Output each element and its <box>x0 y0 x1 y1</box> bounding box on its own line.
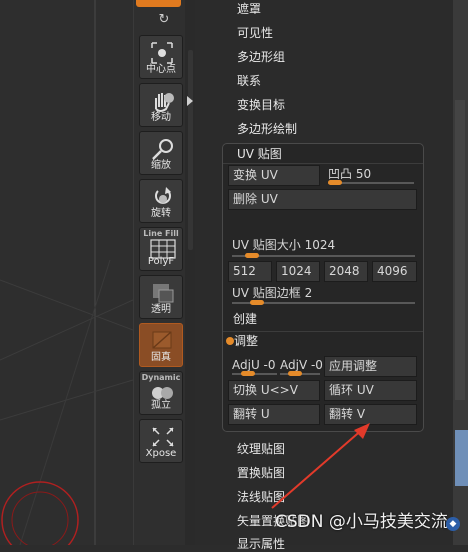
watermark-badge-icon: ◆ <box>446 517 460 531</box>
right-strip-highlight <box>455 430 468 486</box>
tool-label: 旋转 <box>151 208 171 219</box>
menu-item-morph-target[interactable]: 变换目标 <box>237 97 285 113</box>
uv-map-size-track[interactable] <box>232 255 415 257</box>
scale-icon <box>152 139 173 160</box>
morph-uv-button[interactable]: 变换 UV <box>228 165 320 186</box>
rotate-icon <box>155 187 171 204</box>
switch-uv-button[interactable]: 切换 U<>V <box>228 380 320 401</box>
delete-uv-button[interactable]: 删除 UV <box>228 189 417 210</box>
tool-move-tile[interactable]: 移动 <box>139 83 183 127</box>
viewport-canvas[interactable] <box>0 0 133 545</box>
adjv-slider-label[interactable]: AdjV -0. <box>280 357 327 373</box>
divider <box>223 163 423 164</box>
rotate-small-icon[interactable]: ↻ <box>156 12 172 28</box>
uv-map-size-knob[interactable] <box>245 253 259 258</box>
menu-item-contact[interactable]: 联系 <box>237 73 261 89</box>
menu-item-polypaint[interactable]: 多边形绘制 <box>237 121 297 137</box>
tool-label: 移动 <box>151 112 171 123</box>
tool-shelf <box>133 0 186 545</box>
adjv-slider-knob[interactable] <box>288 371 302 376</box>
tool-dynamic-tile[interactable]: Dynamic 孤立 <box>139 371 183 415</box>
tool-label: PolyF <box>147 256 175 267</box>
tool-move-button[interactable]: 移动 <box>136 83 183 127</box>
center-icon <box>151 42 173 64</box>
annotation-arrow <box>271 423 370 509</box>
uv-map-panel: UV 贴图 变换 UV 凹凸 50 删除 UV UV 贴图大小 1024 512… <box>222 143 424 432</box>
tool-polyframe-tile[interactable]: Line Fill PolyF <box>139 227 183 271</box>
right-strip-track[interactable] <box>455 100 465 400</box>
tool-xpose-tile[interactable]: Xpose <box>139 419 183 463</box>
watermark-text: CSDN @小马技美交流 <box>275 512 448 532</box>
uv-map-size-label[interactable]: UV 贴图大小 1024 <box>232 237 335 253</box>
xpose-icon <box>152 427 174 447</box>
divider <box>223 331 423 332</box>
bump-slider-knob[interactable] <box>328 180 342 185</box>
tool-polyframe-button[interactable]: Line Fill PolyF <box>136 227 183 271</box>
tool-label: 缩放 <box>151 160 171 171</box>
size-2048-button[interactable]: 2048 <box>324 261 368 282</box>
adjust-indicator-dot <box>226 337 234 345</box>
tool-scale-button[interactable]: 缩放 <box>136 131 183 175</box>
collapse-arrow-icon[interactable] <box>187 96 193 106</box>
adju-slider-knob[interactable] <box>241 371 255 376</box>
transparency-icon <box>153 284 174 303</box>
active-tab-indicator <box>136 0 181 7</box>
size-512-button[interactable]: 512 <box>228 261 272 282</box>
create-subpanel-title[interactable]: 创建 <box>233 311 257 327</box>
tool-transparency-button[interactable]: 透明 <box>136 275 183 319</box>
adjust-subpanel-title[interactable]: 调整 <box>234 333 258 349</box>
tool-rotate-button[interactable]: 旋转 <box>136 179 183 223</box>
move-hand-icon <box>155 93 174 112</box>
tool-scale-tile[interactable]: 缩放 <box>139 131 183 175</box>
menu-item-display-properties[interactable]: 显示属性 <box>237 536 285 552</box>
menu-item-visibility[interactable]: 可见性 <box>237 25 273 41</box>
tool-transparency-tile[interactable]: 透明 <box>139 275 183 319</box>
uv-map-title[interactable]: UV 贴图 <box>237 146 282 162</box>
tool-xpose-button[interactable]: Xpose <box>136 419 183 463</box>
menu-item-polygroups[interactable]: 多边形组 <box>237 49 285 65</box>
tool-rotate-tile[interactable]: 旋转 <box>139 179 183 223</box>
cycle-uv-button[interactable]: 循环 UV <box>324 380 417 401</box>
tool-center-tile[interactable]: 中心点 <box>139 35 183 79</box>
tool-label: 固真 <box>151 352 171 363</box>
tool-dynamic-button[interactable]: Dynamic 孤立 <box>136 371 183 415</box>
tool-ghost-button[interactable]: 固真 <box>136 323 183 367</box>
apply-adjust-button[interactable]: 应用调整 <box>324 356 417 377</box>
size-1024-button[interactable]: 1024 <box>276 261 320 282</box>
size-4096-button[interactable]: 4096 <box>372 261 417 282</box>
tool-label: 中心点 <box>146 64 176 75</box>
tool-label: 透明 <box>151 304 171 315</box>
tool-label: Xpose <box>145 448 177 459</box>
tool-ghost-tile[interactable]: 固真 <box>139 323 183 367</box>
ghost-icon <box>152 331 172 349</box>
shelf-scrollbar[interactable] <box>188 50 193 250</box>
uv-border-label[interactable]: UV 贴图边框 2 <box>232 285 312 301</box>
menu-item-masking[interactable]: 遮罩 <box>237 1 261 17</box>
tool-top-label: Line Fill <box>143 229 179 238</box>
uv-border-knob[interactable] <box>250 300 264 305</box>
tool-center-button[interactable]: 中心点 <box>136 35 183 79</box>
viewport-grid <box>0 0 133 545</box>
tool-label: 孤立 <box>151 400 171 411</box>
